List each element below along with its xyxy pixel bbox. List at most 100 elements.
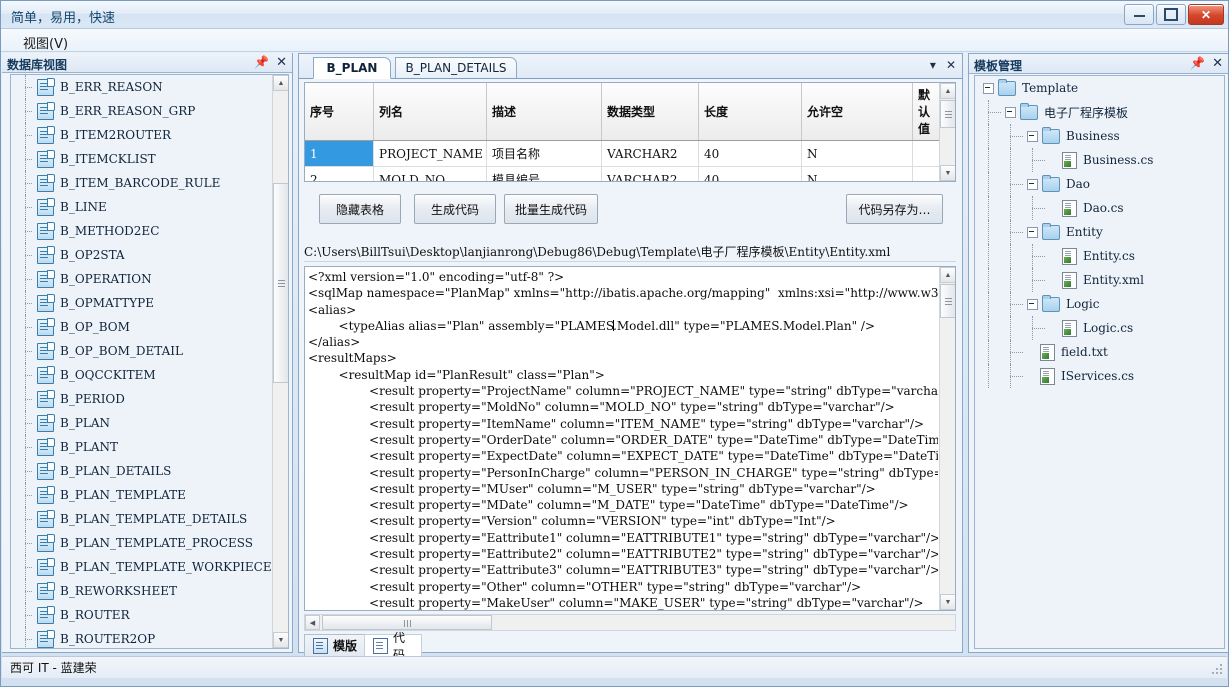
column-grid[interactable]: 序号 列名 描述 数据类型 长度 允许空 默认值 1 PROJECT_NAME 项目… [304, 82, 956, 182]
col-header-nullable[interactable]: 允许空 [801, 83, 913, 141]
close-button[interactable]: ✕ [1188, 4, 1224, 25]
db-tree-item[interactable]: B_PERIOD [11, 387, 272, 411]
collapse-expander-icon[interactable] [1027, 298, 1038, 310]
grid-scrollbar[interactable]: ▲ ▼ [939, 83, 955, 181]
template-tree-item[interactable]: Business [975, 124, 1224, 148]
db-tree-item[interactable]: B_ITEM_BARCODE_RULE [11, 171, 272, 195]
close-icon[interactable]: ✕ [1212, 56, 1223, 70]
cell-default[interactable] [912, 140, 941, 167]
db-tree-item[interactable]: B_METHOD2EC [11, 219, 272, 243]
cell-nullable[interactable]: N [801, 140, 913, 167]
template-tree-item[interactable]: Entity [975, 220, 1224, 244]
tab-b-plan[interactable]: B_PLAN [313, 57, 391, 79]
db-tree-item[interactable]: B_OQCCKITEM [11, 363, 272, 387]
scroll-left-icon[interactable]: ◀ [305, 615, 320, 630]
template-tree-item[interactable]: Entity.cs [975, 244, 1224, 268]
collapse-expander-icon[interactable] [1027, 226, 1038, 238]
cell-desc[interactable]: 项目名称 [486, 140, 602, 167]
resize-grip[interactable] [1212, 664, 1224, 676]
template-tree[interactable]: Template 电子厂程序模板 Business Business.cs Dao Dao… [974, 75, 1225, 649]
db-tree-item[interactable]: B_ERR_REASON [11, 75, 272, 99]
db-tree-item[interactable]: B_PLAN_DETAILS [11, 459, 272, 483]
db-tree-item[interactable]: B_OPMATTYPE [11, 291, 272, 315]
cell-default[interactable] [912, 166, 941, 181]
db-tree-item[interactable]: B_REWORKSHEET [11, 579, 272, 603]
cell-no[interactable]: 2 [305, 166, 374, 181]
menu-item-view[interactable]: 视图(V) [19, 33, 72, 52]
db-tree-item[interactable]: B_OP2STA [11, 243, 272, 267]
template-tree-item[interactable]: Entity.xml [975, 268, 1224, 292]
db-tree-item[interactable]: B_PLAN [11, 411, 272, 435]
cell-no[interactable]: 1 [305, 140, 374, 167]
cell-name[interactable]: MOLD_NO [373, 166, 487, 181]
col-header-type[interactable]: 数据类型 [601, 83, 699, 141]
database-tree-scrollbar[interactable]: ▲ ▼ [272, 75, 288, 648]
code-text[interactable]: <?xml version="1.0" encoding="utf-8" ?> <… [308, 269, 938, 610]
template-tree-item[interactable]: field.txt [975, 340, 1224, 364]
template-tree-item[interactable]: Logic.cs [975, 316, 1224, 340]
batch-generate-code-button[interactable]: 批量生成代码 [504, 194, 598, 224]
db-tree-item[interactable]: B_LINE [11, 195, 272, 219]
template-tree-item[interactable]: Dao.cs [975, 196, 1224, 220]
db-tree-item[interactable]: B_ERR_REASON_GRP [11, 99, 272, 123]
tab-code[interactable]: 代码 [364, 631, 422, 662]
close-icon[interactable]: ✕ [276, 55, 287, 69]
template-tree-item[interactable]: Logic [975, 292, 1224, 316]
cell-nullable[interactable]: N [801, 166, 913, 181]
db-tree-item[interactable]: B_PLAN_TEMPLATE_WORKPIECE [11, 555, 272, 579]
collapse-expander-icon[interactable] [1027, 178, 1038, 190]
cell-desc[interactable]: 模具编号 [486, 166, 602, 181]
scrollbar-thumb[interactable] [940, 284, 955, 318]
hide-table-button[interactable]: 隐藏表格 [319, 194, 401, 224]
cell-length[interactable]: 40 [698, 140, 802, 167]
db-tree-item[interactable]: B_PLAN_TEMPLATE [11, 483, 272, 507]
db-tree-item[interactable]: B_PLANT [11, 435, 272, 459]
table-row[interactable]: 1 PROJECT_NAME 项目名称 VARCHAR2 40 N [305, 140, 941, 167]
db-tree-item[interactable]: B_OPERATION [11, 267, 272, 291]
scrollbar-thumb[interactable] [940, 100, 955, 128]
table-row[interactable]: 2 MOLD_NO 模具编号 VARCHAR2 40 N [305, 166, 941, 181]
template-tree-item[interactable]: Business.cs [975, 148, 1224, 172]
db-tree-item[interactable]: B_ROUTER [11, 603, 272, 627]
scroll-up-icon[interactable]: ▲ [273, 75, 288, 91]
template-tree-item[interactable]: 电子厂程序模板 [975, 100, 1224, 124]
cell-type[interactable]: VARCHAR2 [601, 166, 699, 181]
pin-icon[interactable]: 📌 [254, 55, 269, 69]
tab-b-plan-details[interactable]: B_PLAN_DETAILS [395, 57, 517, 78]
col-header-name[interactable]: 列名 [373, 83, 487, 141]
db-tree-item[interactable]: B_PLAN_TEMPLATE_DETAILS [11, 507, 272, 531]
db-tree-item[interactable]: B_OP_BOM [11, 315, 272, 339]
scroll-up-icon[interactable]: ▲ [940, 83, 955, 99]
col-header-desc[interactable]: 描述 [486, 83, 602, 141]
cell-length[interactable]: 40 [698, 166, 802, 181]
scrollbar-thumb[interactable] [273, 183, 288, 383]
template-tree-item[interactable]: Dao [975, 172, 1224, 196]
scroll-down-icon[interactable]: ▼ [940, 594, 955, 610]
db-tree-item[interactable]: B_PLAN_TEMPLATE_PROCESS [11, 531, 272, 555]
chevron-down-icon[interactable]: ▾ [930, 58, 936, 72]
template-tree-item[interactable]: Template [975, 76, 1224, 100]
col-header-length[interactable]: 长度 [698, 83, 802, 141]
generate-code-button[interactable]: 生成代码 [414, 194, 496, 224]
col-header-default[interactable]: 默认值 [912, 83, 941, 141]
close-icon[interactable]: ✕ [946, 58, 956, 72]
scroll-up-icon[interactable]: ▲ [940, 267, 955, 283]
cell-name[interactable]: PROJECT_NAME [373, 140, 487, 167]
db-tree-item[interactable]: B_ITEMCKLIST [11, 147, 272, 171]
db-tree-item[interactable]: B_OP_BOM_DETAIL [11, 339, 272, 363]
template-tree-item[interactable]: IServices.cs [975, 364, 1224, 388]
collapse-expander-icon[interactable] [1005, 106, 1016, 118]
db-tree-item[interactable]: B_ITEM2ROUTER [11, 123, 272, 147]
scroll-down-icon[interactable]: ▼ [940, 165, 955, 181]
db-tree-item[interactable]: B_ROUTER2OP [11, 627, 272, 648]
pin-icon[interactable]: 📌 [1190, 56, 1205, 70]
database-tree[interactable]: B_ERR_REASON B_ERR_REASON_GRP B_ITEM2ROUTE… [10, 74, 289, 649]
col-header-no[interactable]: 序号 [305, 83, 374, 141]
scroll-down-icon[interactable]: ▼ [273, 632, 288, 648]
save-code-as-button[interactable]: 代码另存为… [846, 194, 943, 224]
code-scrollbar-vertical[interactable]: ▲ ▼ [939, 267, 955, 610]
minimize-button[interactable] [1124, 4, 1154, 25]
code-editor[interactable]: <?xml version="1.0" encoding="utf-8" ?> <… [304, 266, 956, 611]
maximize-button[interactable] [1156, 4, 1186, 25]
collapse-expander-icon[interactable] [1027, 130, 1038, 142]
